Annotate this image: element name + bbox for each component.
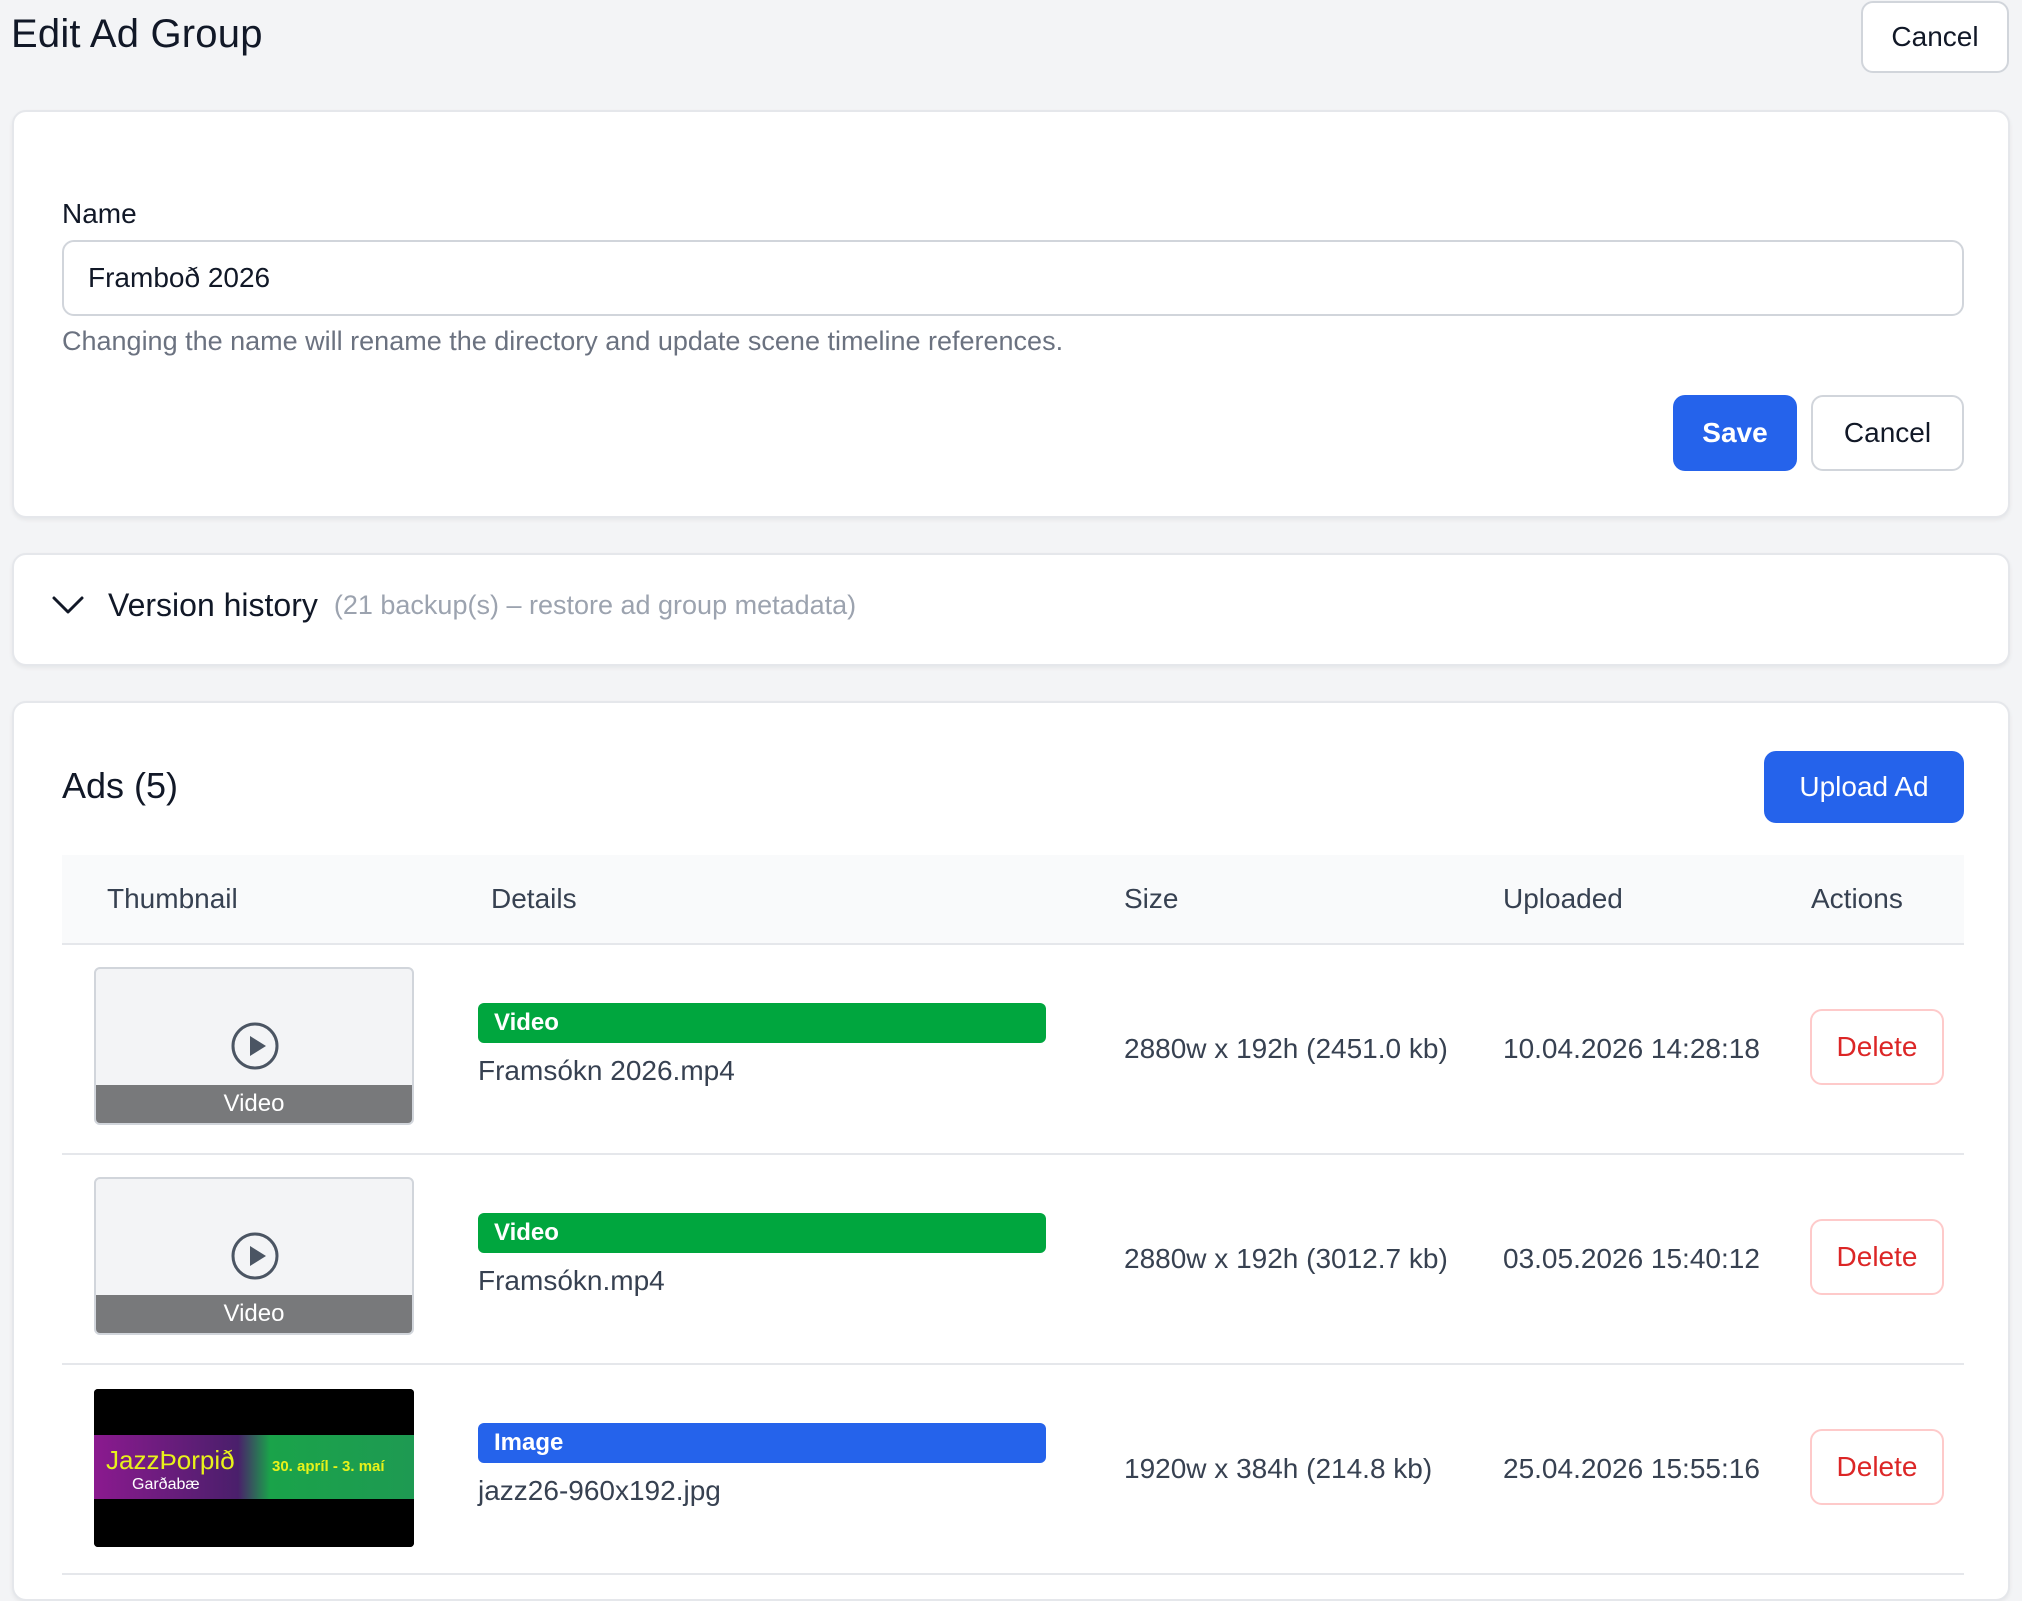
ads-title: Ads (5)	[62, 765, 179, 806]
name-card: Name Changing the name will rename the d…	[12, 110, 2010, 518]
banner-subtitle: Garðabæ	[132, 1476, 200, 1493]
delete-button[interactable]: Delete	[1810, 1219, 1944, 1295]
version-history-card: Version history (21 backup(s) – restore …	[12, 553, 2010, 666]
form-cancel-button[interactable]: Cancel	[1811, 395, 1964, 471]
play-icon	[231, 1232, 279, 1280]
file-name: jazz26-960x192.jpg	[478, 1475, 721, 1506]
column-header-size: Size	[1124, 883, 1179, 914]
video-thumbnail[interactable]: Video	[94, 1177, 414, 1335]
thumbnail-type-label: Video	[96, 1085, 412, 1123]
banner-title: JazzÞorpið	[106, 1445, 235, 1475]
type-badge: Video	[478, 1213, 1046, 1253]
file-size: 1920w x 384h (214.8 kb)	[1124, 1453, 1433, 1484]
chevron-down-icon	[52, 596, 84, 614]
table-row: Video Video Framsókn 2026.mp4 2880w x 19…	[62, 943, 1964, 1155]
play-icon	[231, 1022, 279, 1070]
file-name: Framsókn.mp4	[478, 1265, 665, 1296]
file-name: Framsókn 2026.mp4	[478, 1055, 735, 1086]
file-size: 2880w x 192h (2451.0 kb)	[1124, 1033, 1448, 1064]
ads-card: Ads (5) Upload Ad Thumbnail Details Size…	[12, 701, 2010, 1601]
table-header: Thumbnail Details Size Uploaded Actions	[62, 855, 1964, 945]
page-title: Edit Ad Group	[11, 12, 263, 56]
table-row: Video Video Framsókn.mp4 2880w x 192h (3…	[62, 1153, 1964, 1365]
cancel-button[interactable]: Cancel	[1861, 1, 2009, 73]
column-header-details: Details	[491, 883, 577, 914]
table-row: JazzÞorpið Garðabæ 30. apríl - 3. maí Im…	[62, 1363, 1964, 1575]
name-hint: Changing the name will rename the direct…	[62, 326, 1064, 356]
column-header-uploaded: Uploaded	[1503, 883, 1623, 914]
version-history-subtitle: (21 backup(s) – restore ad group metadat…	[333, 589, 857, 620]
type-badge: Image	[478, 1423, 1046, 1463]
column-header-thumbnail: Thumbnail	[107, 883, 238, 914]
thumbnail-type-label: Video	[96, 1295, 412, 1333]
delete-button[interactable]: Delete	[1810, 1429, 1944, 1505]
upload-date: 03.05.2026 15:40:12	[1503, 1243, 1760, 1274]
video-thumbnail[interactable]: Video	[94, 967, 414, 1125]
image-thumbnail[interactable]: JazzÞorpið Garðabæ 30. apríl - 3. maí	[94, 1389, 414, 1547]
save-button[interactable]: Save	[1673, 395, 1797, 471]
delete-button[interactable]: Delete	[1810, 1009, 1944, 1085]
version-history-title: Version history	[108, 586, 318, 623]
name-input[interactable]	[62, 240, 1964, 316]
jazz-banner-image: JazzÞorpið Garðabæ 30. apríl - 3. maí	[94, 1389, 414, 1547]
file-size: 2880w x 192h (3012.7 kb)	[1124, 1243, 1448, 1274]
banner-dates: 30. apríl - 3. maí	[272, 1458, 385, 1475]
type-badge: Video	[478, 1003, 1046, 1043]
version-history-toggle[interactable]: Version history (21 backup(s) – restore …	[48, 585, 856, 625]
column-header-actions: Actions	[1811, 883, 1903, 914]
upload-ad-button[interactable]: Upload Ad	[1764, 751, 1964, 823]
upload-date: 10.04.2026 14:28:18	[1503, 1033, 1760, 1064]
upload-date: 25.04.2026 15:55:16	[1503, 1453, 1760, 1484]
name-label: Name	[62, 198, 137, 229]
